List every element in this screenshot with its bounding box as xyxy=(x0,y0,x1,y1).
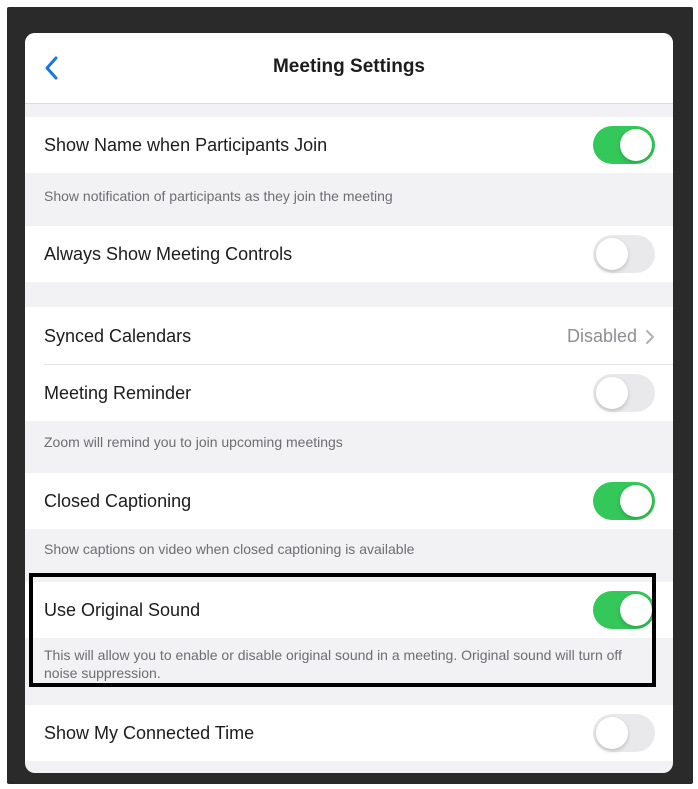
page-title: Meeting Settings xyxy=(272,56,425,77)
setting-row-show-name: Show Name when Participants Join xyxy=(25,117,673,173)
setting-label: Show My Connected Time xyxy=(44,723,255,743)
toggle-knob xyxy=(620,485,652,517)
setting-label: Show Name when Participants Join xyxy=(44,135,328,155)
toggle-knob xyxy=(620,594,652,626)
setting-label: Meeting Reminder xyxy=(44,383,192,403)
setting-value: Disabled xyxy=(566,326,637,346)
toggle-knob xyxy=(620,129,652,161)
setting-row-closed-captioning: Closed Captioning xyxy=(25,473,673,529)
setting-label: Synced Calendars xyxy=(44,326,192,346)
setting-row-meeting-reminder: Meeting Reminder xyxy=(25,365,673,421)
closed-captioning-toggle[interactable] xyxy=(593,482,655,520)
setting-description: Zoom will remind you to join upcoming me… xyxy=(44,434,343,450)
toggle-knob xyxy=(596,238,628,270)
setting-row-synced-calendars[interactable]: Synced Calendars Disabled xyxy=(25,307,673,365)
setting-label: Use Original Sound xyxy=(44,600,201,620)
setting-row-original-sound: Use Original Sound xyxy=(25,582,673,638)
original-sound-toggle[interactable] xyxy=(593,591,655,629)
device-frame: Meeting Settings Show Name when Particip… xyxy=(7,7,693,784)
settings-screen: Meeting Settings Show Name when Particip… xyxy=(25,33,673,773)
setting-description: Show notification of participants as the… xyxy=(44,188,393,204)
setting-row-connected-time: Show My Connected Time xyxy=(25,705,673,761)
always-show-controls-toggle[interactable] xyxy=(593,235,655,273)
setting-description: This will allow you to enable or disable… xyxy=(44,647,622,681)
toggle-knob xyxy=(596,377,628,409)
setting-label: Closed Captioning xyxy=(44,491,192,511)
setting-row-always-show-controls: Always Show Meeting Controls xyxy=(25,226,673,282)
setting-description: Show captions on video when closed capti… xyxy=(44,541,415,557)
connected-time-toggle[interactable] xyxy=(593,714,655,752)
meeting-reminder-toggle[interactable] xyxy=(593,374,655,412)
chevron-right-icon xyxy=(646,329,654,344)
synced-calendars-value[interactable]: Disabled xyxy=(567,326,655,347)
show-name-toggle[interactable] xyxy=(593,126,655,164)
setting-label: Always Show Meeting Controls xyxy=(44,244,293,264)
navigation-bar: Meeting Settings xyxy=(25,33,673,104)
toggle-knob xyxy=(596,717,628,749)
